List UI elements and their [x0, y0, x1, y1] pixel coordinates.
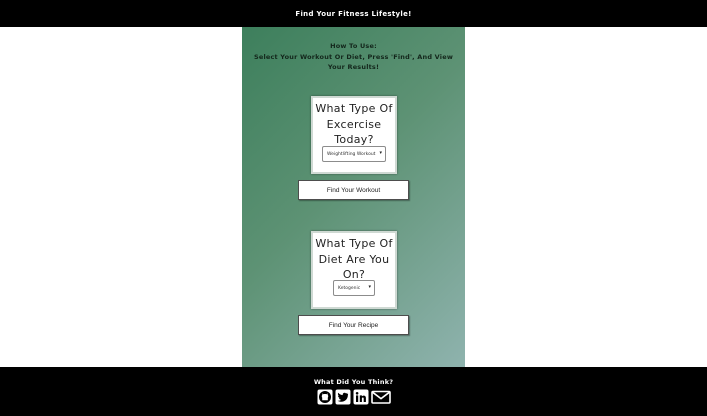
footer-title: What Did You Think?	[313, 378, 394, 386]
how-to-instructions: Select Your Workout Or Diet, Press 'Find…	[253, 52, 454, 72]
diet-select[interactable]: Ketogenic ▾	[333, 280, 375, 296]
linkedin-icon[interactable]	[353, 389, 369, 405]
github-icon[interactable]	[317, 389, 333, 405]
workout-select-value: Weightlifting Workout	[327, 151, 376, 157]
workout-card: What Type Of Excercise Today? Weightlift…	[311, 96, 397, 174]
twitter-icon[interactable]	[335, 389, 351, 405]
workout-select[interactable]: Weightlifting Workout ▾	[322, 146, 386, 162]
main-panel: How To Use: Select Your Workout Or Diet,…	[242, 27, 465, 367]
diet-card: What Type Of Diet Are You On? Ketogenic …	[311, 231, 397, 309]
how-to-heading: How To Use:	[330, 42, 377, 50]
envelope-icon[interactable]	[370, 389, 391, 405]
diet-select-value: Ketogenic	[338, 285, 361, 291]
find-workout-button[interactable]: Find Your Workout	[298, 180, 409, 200]
diet-question: What Type Of Diet Are You On?	[315, 237, 393, 281]
top-header: Find Your Fitness Lifestyle!	[0, 0, 707, 27]
chevron-down-icon: ▾	[368, 284, 371, 290]
footer: What Did You Think?	[0, 367, 707, 416]
chevron-down-icon: ▾	[379, 150, 382, 156]
workout-question: What Type Of Excercise Today?	[315, 102, 393, 146]
how-to-section: How To Use: Select Your Workout Or Diet,…	[242, 41, 465, 73]
social-links	[0, 389, 707, 405]
site-title: Find Your Fitness Lifestyle!	[295, 9, 412, 18]
find-recipe-button[interactable]: Find Your Recipe	[298, 315, 409, 335]
